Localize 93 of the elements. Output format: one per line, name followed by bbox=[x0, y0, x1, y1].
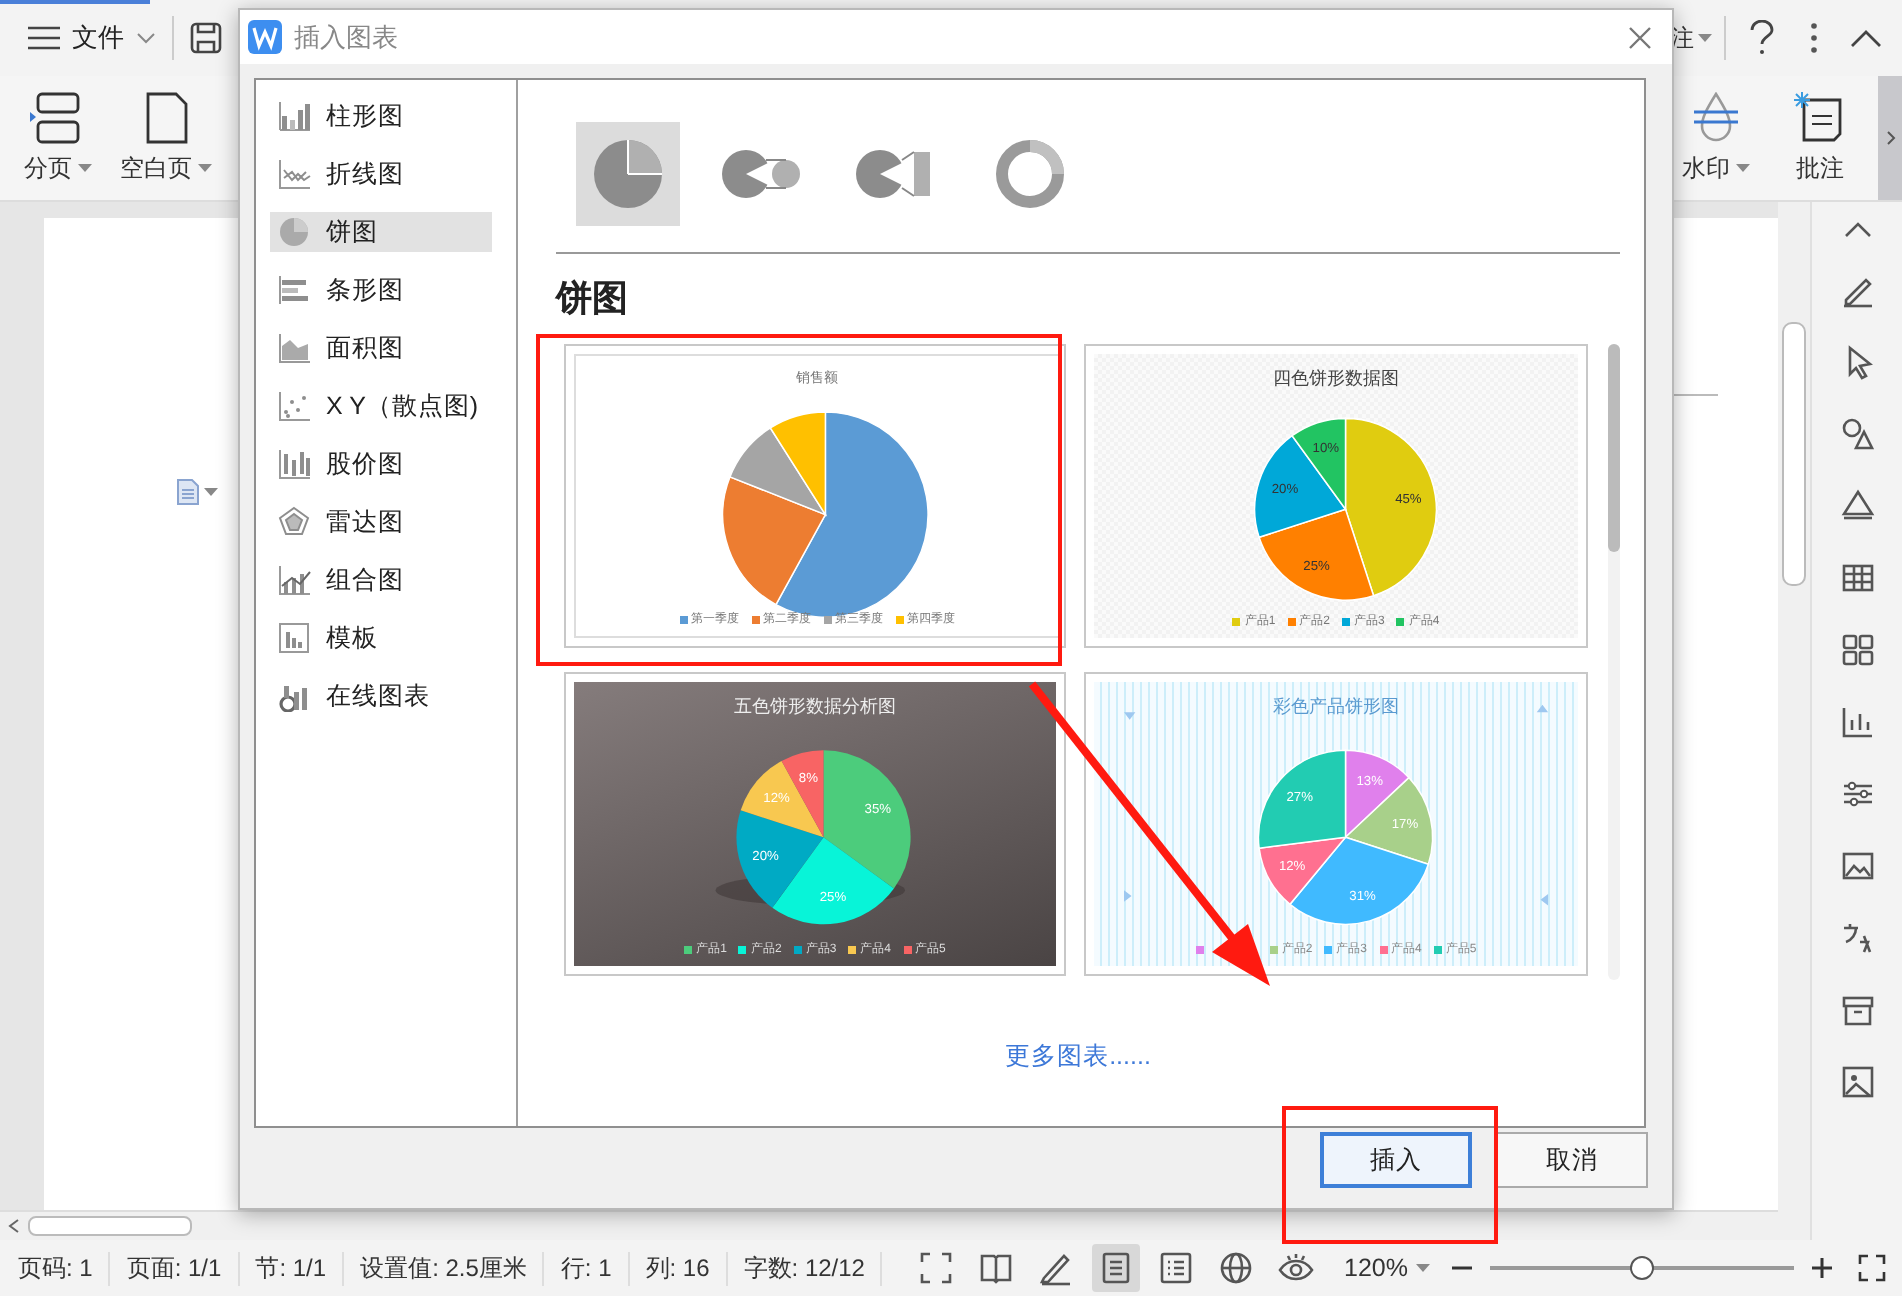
legend-swatch bbox=[793, 945, 802, 953]
status-text: 页面: 1/1 bbox=[126, 1251, 240, 1285]
scatter-chart-icon bbox=[278, 390, 312, 422]
legend-swatch bbox=[1287, 617, 1296, 625]
legend-swatch bbox=[1232, 617, 1241, 625]
legend-swatch bbox=[848, 945, 857, 953]
cancel-button[interactable]: 取消 bbox=[1496, 1132, 1648, 1188]
legend-swatch bbox=[738, 945, 747, 953]
caret-icon bbox=[1698, 34, 1712, 42]
save-button[interactable] bbox=[190, 22, 222, 54]
legend-swatch bbox=[1433, 945, 1442, 953]
status-text: 页码: 1 bbox=[18, 1251, 111, 1285]
fit-icon bbox=[1858, 1254, 1886, 1282]
combo-chart-icon bbox=[278, 564, 312, 596]
chart-title: 四色饼形数据图 bbox=[1273, 366, 1399, 392]
more-charts-link[interactable]: 更多图表...... bbox=[1005, 1040, 1151, 1074]
page-icon bbox=[142, 91, 190, 143]
line-chart-icon bbox=[278, 158, 312, 190]
legend-swatch bbox=[823, 615, 831, 623]
legend-swatch bbox=[679, 615, 687, 623]
legend-swatch bbox=[903, 945, 912, 953]
caret-icon bbox=[198, 164, 212, 172]
status-text: 设置值: 2.5厘米 bbox=[360, 1251, 545, 1285]
sidebar-item[interactable]: X Y（散点图) bbox=[270, 386, 492, 426]
scrollbar-thumb[interactable] bbox=[1782, 322, 1806, 586]
chart-title: 彩色产品饼形图 bbox=[1273, 694, 1399, 720]
sidebar-item[interactable]: 组合图 bbox=[270, 560, 492, 600]
legend-swatch bbox=[895, 615, 903, 623]
bar-chart-icon bbox=[278, 274, 312, 306]
collapse-ribbon-icon[interactable] bbox=[1850, 29, 1882, 47]
legend-swatch bbox=[1269, 945, 1278, 953]
close-button[interactable] bbox=[1628, 25, 1652, 49]
scrollbar[interactable] bbox=[1608, 344, 1620, 980]
insert-button[interactable]: 插入 bbox=[1320, 1132, 1472, 1188]
sidebar-item[interactable]: 在线图表 bbox=[270, 676, 492, 716]
status-text: 节: 1/1 bbox=[255, 1251, 345, 1285]
caret-icon bbox=[1416, 1264, 1430, 1272]
chart-icon[interactable] bbox=[1837, 702, 1877, 742]
online-chart-icon bbox=[278, 680, 312, 712]
chevron-down-icon bbox=[136, 32, 156, 44]
file-menu[interactable]: 文件 bbox=[28, 20, 156, 56]
chart-title: 五色饼形数据分析图 bbox=[734, 694, 896, 720]
sidebar-item[interactable]: 雷达图 bbox=[270, 502, 492, 542]
template-icon bbox=[278, 622, 312, 654]
sidebar-item[interactable]: 条形图 bbox=[270, 270, 492, 310]
sidebar-item[interactable]: 模板 bbox=[270, 618, 492, 658]
more-options-icon[interactable] bbox=[1810, 22, 1818, 54]
caret-icon bbox=[78, 164, 92, 172]
scrollbar-thumb[interactable] bbox=[28, 1216, 192, 1236]
zoom-slider-thumb[interactable] bbox=[1630, 1256, 1654, 1280]
chevron-up-icon bbox=[1843, 222, 1871, 238]
page-break-button[interactable]: 分页 bbox=[12, 84, 104, 192]
grid-icon[interactable] bbox=[1837, 630, 1877, 670]
chevron-right-icon bbox=[1885, 130, 1895, 146]
legend-swatch bbox=[1195, 945, 1204, 953]
view-button[interactable] bbox=[1092, 1244, 1141, 1292]
picture-frame-icon[interactable] bbox=[1837, 1062, 1877, 1102]
status-text: 字数: 12/12 bbox=[743, 1251, 883, 1285]
zoom-dropdown[interactable]: 120% bbox=[1344, 1254, 1430, 1282]
section-title: 饼图 bbox=[556, 276, 630, 322]
document-icon bbox=[176, 478, 200, 506]
legend-swatch bbox=[751, 615, 759, 623]
sidebar-item[interactable]: 饼图 bbox=[270, 212, 492, 252]
paragraph-marker[interactable] bbox=[176, 478, 218, 506]
sidebar-item[interactable]: 股价图 bbox=[270, 444, 492, 484]
watermark-icon bbox=[1690, 91, 1742, 143]
legend-swatch bbox=[1324, 945, 1333, 953]
app-logo-icon bbox=[248, 20, 282, 54]
pie-chart-icon bbox=[278, 216, 312, 248]
watermark-button[interactable]: 水印 bbox=[1670, 76, 1762, 200]
dialog-title: 插入图表 bbox=[294, 19, 398, 55]
comment-button[interactable]: 批注 bbox=[1782, 76, 1858, 200]
area-chart-icon bbox=[278, 332, 312, 364]
legend-swatch bbox=[684, 945, 693, 953]
comment-icon bbox=[1794, 91, 1846, 143]
blank-page-button[interactable]: 空白页 bbox=[108, 84, 224, 192]
legend-swatch bbox=[1342, 617, 1350, 625]
help-icon[interactable] bbox=[1750, 20, 1774, 56]
scroll-left-icon bbox=[8, 1218, 20, 1234]
status-text: 行: 1 bbox=[560, 1251, 630, 1285]
status-text: 列: 16 bbox=[645, 1251, 728, 1285]
legend-swatch bbox=[1396, 617, 1405, 625]
legend-swatch bbox=[1379, 945, 1387, 953]
sidebar-item[interactable]: 面积图 bbox=[270, 328, 492, 368]
zoom-in-icon bbox=[1810, 1256, 1834, 1280]
caret-icon bbox=[204, 488, 218, 496]
menu-icon bbox=[28, 26, 60, 50]
column-chart-icon bbox=[278, 100, 312, 132]
stock-chart-icon bbox=[278, 448, 312, 480]
sidebar-item[interactable]: 折线图 bbox=[270, 154, 492, 194]
shapes-icon[interactable] bbox=[1837, 414, 1877, 454]
sidebar-item[interactable]: 柱形图 bbox=[270, 96, 492, 136]
radar-chart-icon bbox=[278, 506, 312, 538]
